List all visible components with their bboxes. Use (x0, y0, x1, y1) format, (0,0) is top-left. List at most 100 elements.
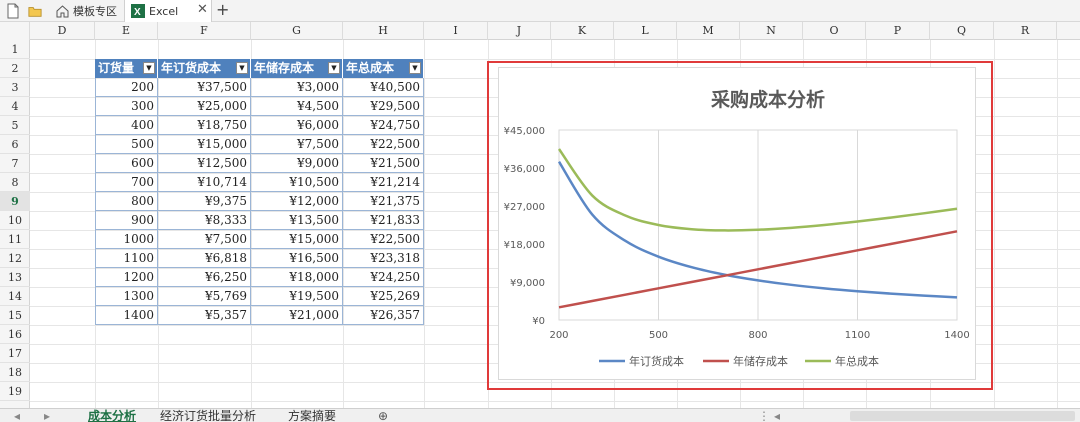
table-cell[interactable]: 900 (95, 211, 158, 230)
table-cell[interactable]: ¥5,769 (158, 287, 251, 306)
table-cell[interactable]: ¥25,269 (343, 287, 424, 306)
col-header[interactable]: E (95, 22, 158, 40)
table-cell[interactable]: ¥21,500 (343, 154, 424, 173)
filter-dropdown-icon[interactable]: ▼ (236, 62, 248, 74)
table-cell[interactable]: 1200 (95, 268, 158, 287)
table-cell[interactable]: 1400 (95, 306, 158, 325)
table-cell[interactable]: ¥12,500 (158, 154, 251, 173)
close-tab-icon[interactable]: ✕ (197, 2, 208, 17)
row-header-selected[interactable]: 9 (0, 192, 30, 211)
select-all-corner[interactable] (0, 22, 30, 40)
row-header[interactable]: 6 (0, 135, 30, 154)
tab-excel[interactable]: X Excel ✕ (124, 0, 212, 22)
col-header[interactable]: Q (930, 22, 994, 40)
table-cell[interactable]: ¥24,750 (343, 116, 424, 135)
scroll-left-icon[interactable]: ◂ (14, 409, 20, 422)
table-cell[interactable]: ¥12,000 (251, 192, 343, 211)
col-header[interactable]: M (677, 22, 740, 40)
table-cell[interactable]: ¥21,214 (343, 173, 424, 192)
col-header[interactable]: N (740, 22, 803, 40)
sheet-tab-cost-analysis[interactable]: 成本分析 (88, 409, 136, 422)
col-header[interactable]: G (251, 22, 343, 40)
filter-dropdown-icon[interactable]: ▼ (143, 62, 155, 74)
row-header[interactable]: 3 (0, 78, 30, 97)
table-cell[interactable]: ¥40,500 (343, 78, 424, 97)
table-cell[interactable]: ¥24,250 (343, 268, 424, 287)
col-header[interactable]: L (614, 22, 677, 40)
row-header[interactable]: 13 (0, 268, 30, 287)
folder-icon[interactable] (28, 3, 42, 19)
col-header[interactable]: R (994, 22, 1057, 40)
table-cell[interactable]: 1000 (95, 230, 158, 249)
table-cell[interactable]: ¥15,000 (251, 230, 343, 249)
table-cell[interactable]: 1300 (95, 287, 158, 306)
sheet-tab-summary[interactable]: 方案摘要 (288, 409, 336, 422)
table-cell[interactable]: ¥13,500 (251, 211, 343, 230)
table-cell[interactable]: 500 (95, 135, 158, 154)
row-header[interactable]: 10 (0, 211, 30, 230)
tab-templates[interactable]: 模板专区 (48, 0, 124, 22)
col-header[interactable]: H (343, 22, 424, 40)
col-header[interactable]: K (551, 22, 614, 40)
table-cell[interactable]: ¥22,500 (343, 230, 424, 249)
table-cell[interactable]: ¥5,357 (158, 306, 251, 325)
table-cell[interactable]: ¥25,000 (158, 97, 251, 116)
table-cell[interactable]: ¥37,500 (158, 78, 251, 97)
table-cell[interactable]: ¥6,818 (158, 249, 251, 268)
row-header[interactable]: 2 (0, 59, 30, 78)
table-cell[interactable]: ¥15,000 (158, 135, 251, 154)
table-cell[interactable]: ¥18,750 (158, 116, 251, 135)
table-cell[interactable]: ¥3,000 (251, 78, 343, 97)
table-cell[interactable]: ¥10,500 (251, 173, 343, 192)
sheet-tab-eoq-analysis[interactable]: 经济订货批量分析 (160, 409, 256, 422)
table-cell[interactable]: ¥23,318 (343, 249, 424, 268)
table-cell[interactable]: ¥21,000 (251, 306, 343, 325)
filter-dropdown-icon[interactable]: ▼ (409, 62, 421, 74)
hscroll-left-icon[interactable]: ◂ (774, 409, 780, 422)
table-cell[interactable]: ¥21,833 (343, 211, 424, 230)
table-cell[interactable]: ¥10,714 (158, 173, 251, 192)
table-cell[interactable]: ¥9,000 (251, 154, 343, 173)
new-document-icon[interactable] (6, 3, 20, 19)
row-header[interactable]: 19 (0, 382, 30, 401)
row-header[interactable]: 12 (0, 249, 30, 268)
table-cell[interactable]: ¥8,333 (158, 211, 251, 230)
table-cell[interactable]: ¥22,500 (343, 135, 424, 154)
table-cell[interactable]: ¥16,500 (251, 249, 343, 268)
col-header[interactable]: F (158, 22, 251, 40)
col-header[interactable]: P (866, 22, 930, 40)
row-header[interactable]: 4 (0, 97, 30, 116)
table-cell[interactable]: 700 (95, 173, 158, 192)
col-header[interactable]: O (803, 22, 866, 40)
table-cell[interactable]: ¥21,375 (343, 192, 424, 211)
add-sheet-icon[interactable]: ⊕ (378, 409, 388, 422)
table-cell[interactable]: 200 (95, 78, 158, 97)
row-header[interactable]: 18 (0, 363, 30, 382)
row-header[interactable]: 5 (0, 116, 30, 135)
table-cell[interactable]: ¥7,500 (158, 230, 251, 249)
col-header[interactable]: J (488, 22, 551, 40)
row-header[interactable]: 14 (0, 287, 30, 306)
row-header[interactable]: 8 (0, 173, 30, 192)
row-header[interactable]: 11 (0, 230, 30, 249)
chart-area[interactable]: 采购成本分析 200 500 800 1100 1400 ¥0 ¥9,000 ¥18,000 ¥2… (498, 67, 976, 380)
new-tab-icon[interactable]: + (216, 0, 229, 19)
table-cell[interactable]: ¥4,500 (251, 97, 343, 116)
scroll-right-icon[interactable]: ▸ (44, 409, 50, 422)
row-header[interactable]: 16 (0, 325, 30, 344)
filter-dropdown-icon[interactable]: ▼ (328, 62, 340, 74)
table-cell[interactable]: ¥7,500 (251, 135, 343, 154)
table-cell[interactable]: 800 (95, 192, 158, 211)
row-header[interactable]: 1 (0, 40, 30, 59)
table-cell[interactable]: ¥18,000 (251, 268, 343, 287)
table-cell[interactable]: ¥26,357 (343, 306, 424, 325)
table-cell[interactable]: ¥19,500 (251, 287, 343, 306)
table-cell[interactable]: 400 (95, 116, 158, 135)
row-header[interactable]: 7 (0, 154, 30, 173)
col-header[interactable]: D (30, 22, 95, 40)
table-cell[interactable]: ¥6,000 (251, 116, 343, 135)
table-cell[interactable]: 300 (95, 97, 158, 116)
table-cell[interactable]: ¥29,500 (343, 97, 424, 116)
col-header[interactable]: I (424, 22, 488, 40)
table-cell[interactable]: 600 (95, 154, 158, 173)
